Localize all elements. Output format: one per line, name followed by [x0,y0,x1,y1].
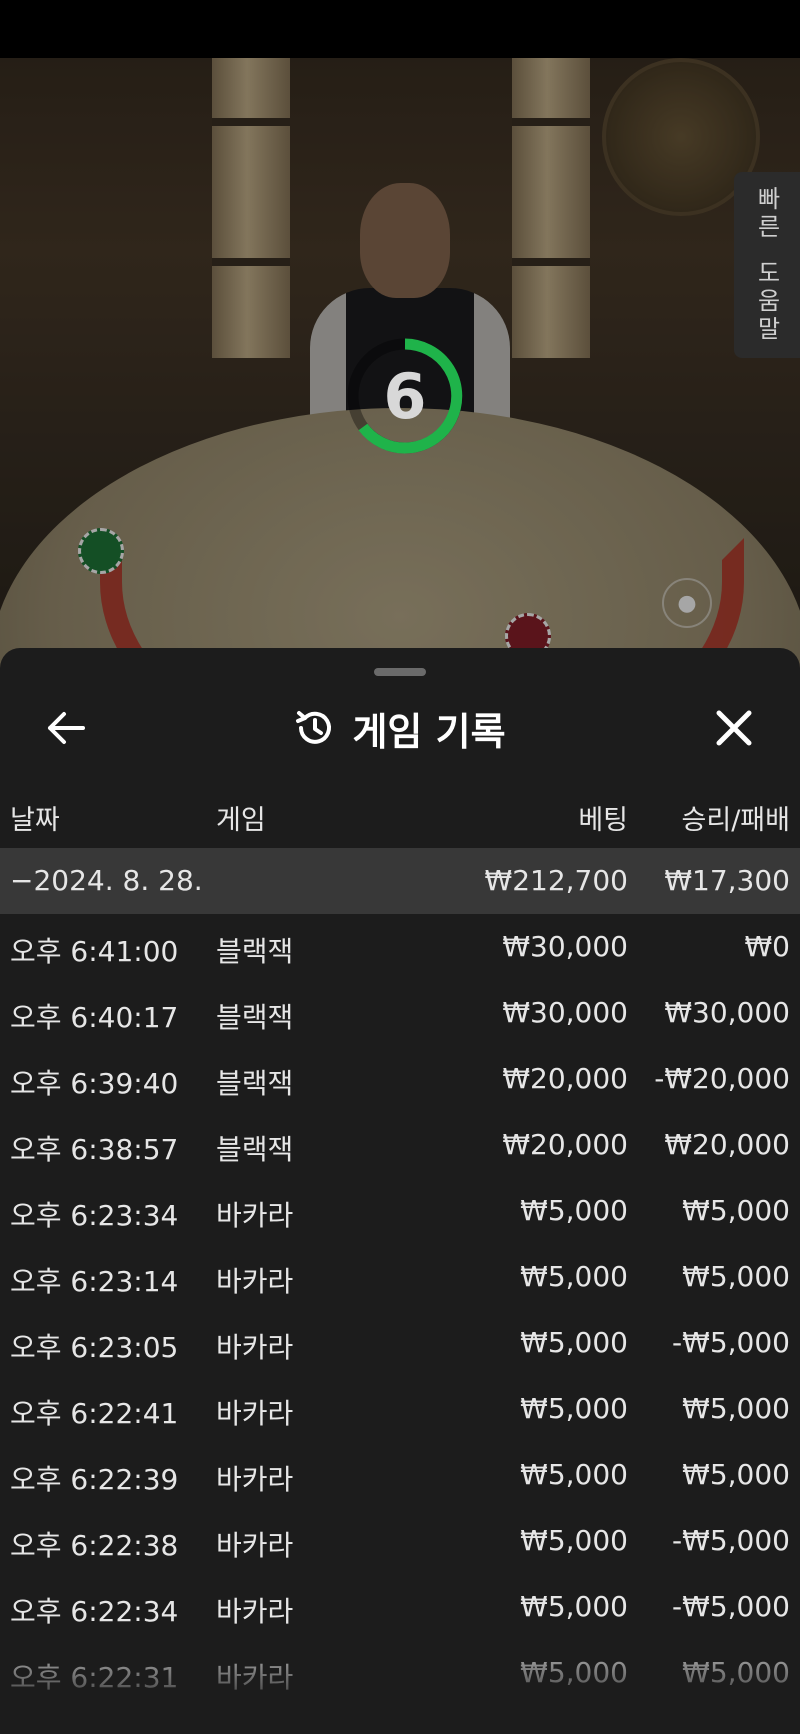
row-bet: ₩5,000 [520,1590,628,1623]
row-time: 오후 6:22:41 [10,1397,179,1430]
row-result: ₩5,000 [682,1392,790,1425]
close-icon [716,710,752,746]
drag-handle[interactable] [374,668,426,676]
row-game: 블랙잭 [216,935,294,968]
row-bet: ₩5,000 [520,1656,628,1689]
row-bet: ₩5,000 [520,1458,628,1491]
table-row[interactable]: 오후 6:22:41 바카라 ₩5,000 ₩5,000 [0,1376,800,1442]
table-row[interactable]: 오후 6:22:38 바카라 ₩5,000 -₩5,000 [0,1508,800,1574]
row-game: 바카라 [216,1661,294,1694]
column-result: 승리/패배 [681,805,790,836]
row-game: 바카라 [216,1199,294,1232]
table-row[interactable]: 오후 6:22:34 바카라 ₩5,000 -₩5,000 [0,1574,800,1640]
row-game: 바카라 [216,1265,294,1298]
row-result: -₩5,000 [672,1590,790,1623]
row-time: 오후 6:23:14 [10,1265,179,1298]
row-time: 오후 6:40:17 [10,1001,179,1034]
summary-date: −2024. 8. 28. [10,864,203,897]
row-time: 오후 6:41:00 [10,935,179,968]
table-row[interactable]: 오후 6:39:40 블랙잭 ₩20,000 -₩20,000 [0,1046,800,1112]
row-bet: ₩5,000 [520,1524,628,1557]
table-row[interactable]: 오후 6:23:34 바카라 ₩5,000 ₩5,000 [0,1178,800,1244]
close-button[interactable] [704,698,764,758]
row-time: 오후 6:39:40 [10,1067,179,1100]
column-headers: 날짜 게임 베팅 승리/패배 [0,788,800,840]
row-game: 바카라 [216,1397,294,1430]
table-row[interactable]: 오후 6:38:57 블랙잭 ₩20,000 ₩20,000 [0,1112,800,1178]
row-game: 바카라 [216,1529,294,1562]
table-row[interactable]: 오후 6:23:14 바카라 ₩5,000 ₩5,000 [0,1244,800,1310]
row-result: -₩5,000 [672,1524,790,1557]
countdown-number: 6 [383,359,427,433]
game-history-sheet: 게임 기록 날짜 게임 베팅 승리/패배 −2024. 8. 28. ₩212,… [0,648,800,1734]
row-game: 바카라 [216,1463,294,1496]
row-game: 바카라 [216,1595,294,1628]
table-row[interactable]: 오후 6:23:05 바카라 ₩5,000 -₩5,000 [0,1310,800,1376]
column-date: 날짜 [10,805,60,836]
history-clock-icon [296,711,332,744]
row-result: ₩5,000 [682,1260,790,1293]
row-time: 오후 6:22:31 [10,1661,179,1694]
row-time: 오후 6:22:38 [10,1529,179,1562]
quick-help-tab[interactable]: 빠른 도움말 [734,172,800,358]
row-bet: ₩5,000 [520,1260,628,1293]
table-row[interactable]: 오후 6:40:17 블랙잭 ₩30,000 ₩30,000 [0,980,800,1046]
row-bet: ₩20,000 [502,1128,628,1161]
row-bet: ₩5,000 [520,1326,628,1359]
row-bet: ₩20,000 [502,1062,628,1095]
row-time: 오후 6:22:34 [10,1595,179,1628]
sheet-header: 게임 기록 [0,688,800,768]
row-bet: ₩30,000 [502,930,628,963]
summary-bet: ₩212,700 [484,864,628,897]
help-tab-line-1: 빠른 [752,186,781,242]
help-tab-line-2: 도움말 [752,260,781,344]
row-result: -₩5,000 [672,1326,790,1359]
row-time: 오후 6:23:05 [10,1331,179,1364]
row-result: ₩5,000 [682,1194,790,1227]
row-time: 오후 6:38:57 [10,1133,179,1166]
summary-result: ₩17,300 [664,864,790,897]
row-result: -₩20,000 [654,1062,790,1095]
live-video: ● 6 [0,58,800,698]
table-row[interactable]: 오후 6:41:00 블랙잭 ₩30,000 ₩0 [0,914,800,980]
row-result: ₩30,000 [664,996,790,1029]
row-time: 오후 6:23:34 [10,1199,179,1232]
row-game: 블랙잭 [216,1133,294,1166]
row-bet: ₩30,000 [502,996,628,1029]
row-result: ₩20,000 [664,1128,790,1161]
column-bet: 베팅 [578,805,628,836]
row-result: ₩0 [744,930,791,963]
row-time: 오후 6:22:39 [10,1463,179,1496]
table-row[interactable]: 오후 6:22:31 바카라 ₩5,000 ₩5,000 [0,1640,800,1706]
row-bet: ₩5,000 [520,1392,628,1425]
row-game: 블랙잭 [216,1067,294,1100]
row-game: 바카라 [216,1331,294,1364]
row-result: ₩5,000 [682,1656,790,1689]
date-summary-row[interactable]: −2024. 8. 28. ₩212,700 ₩17,300 [0,848,800,914]
sheet-title: 게임 기록 [352,709,506,754]
row-bet: ₩5,000 [520,1194,628,1227]
row-game: 블랙잭 [216,1001,294,1034]
row-result: ₩5,000 [682,1458,790,1491]
column-game: 게임 [216,805,266,836]
table-row[interactable]: 오후 6:22:39 바카라 ₩5,000 ₩5,000 [0,1442,800,1508]
